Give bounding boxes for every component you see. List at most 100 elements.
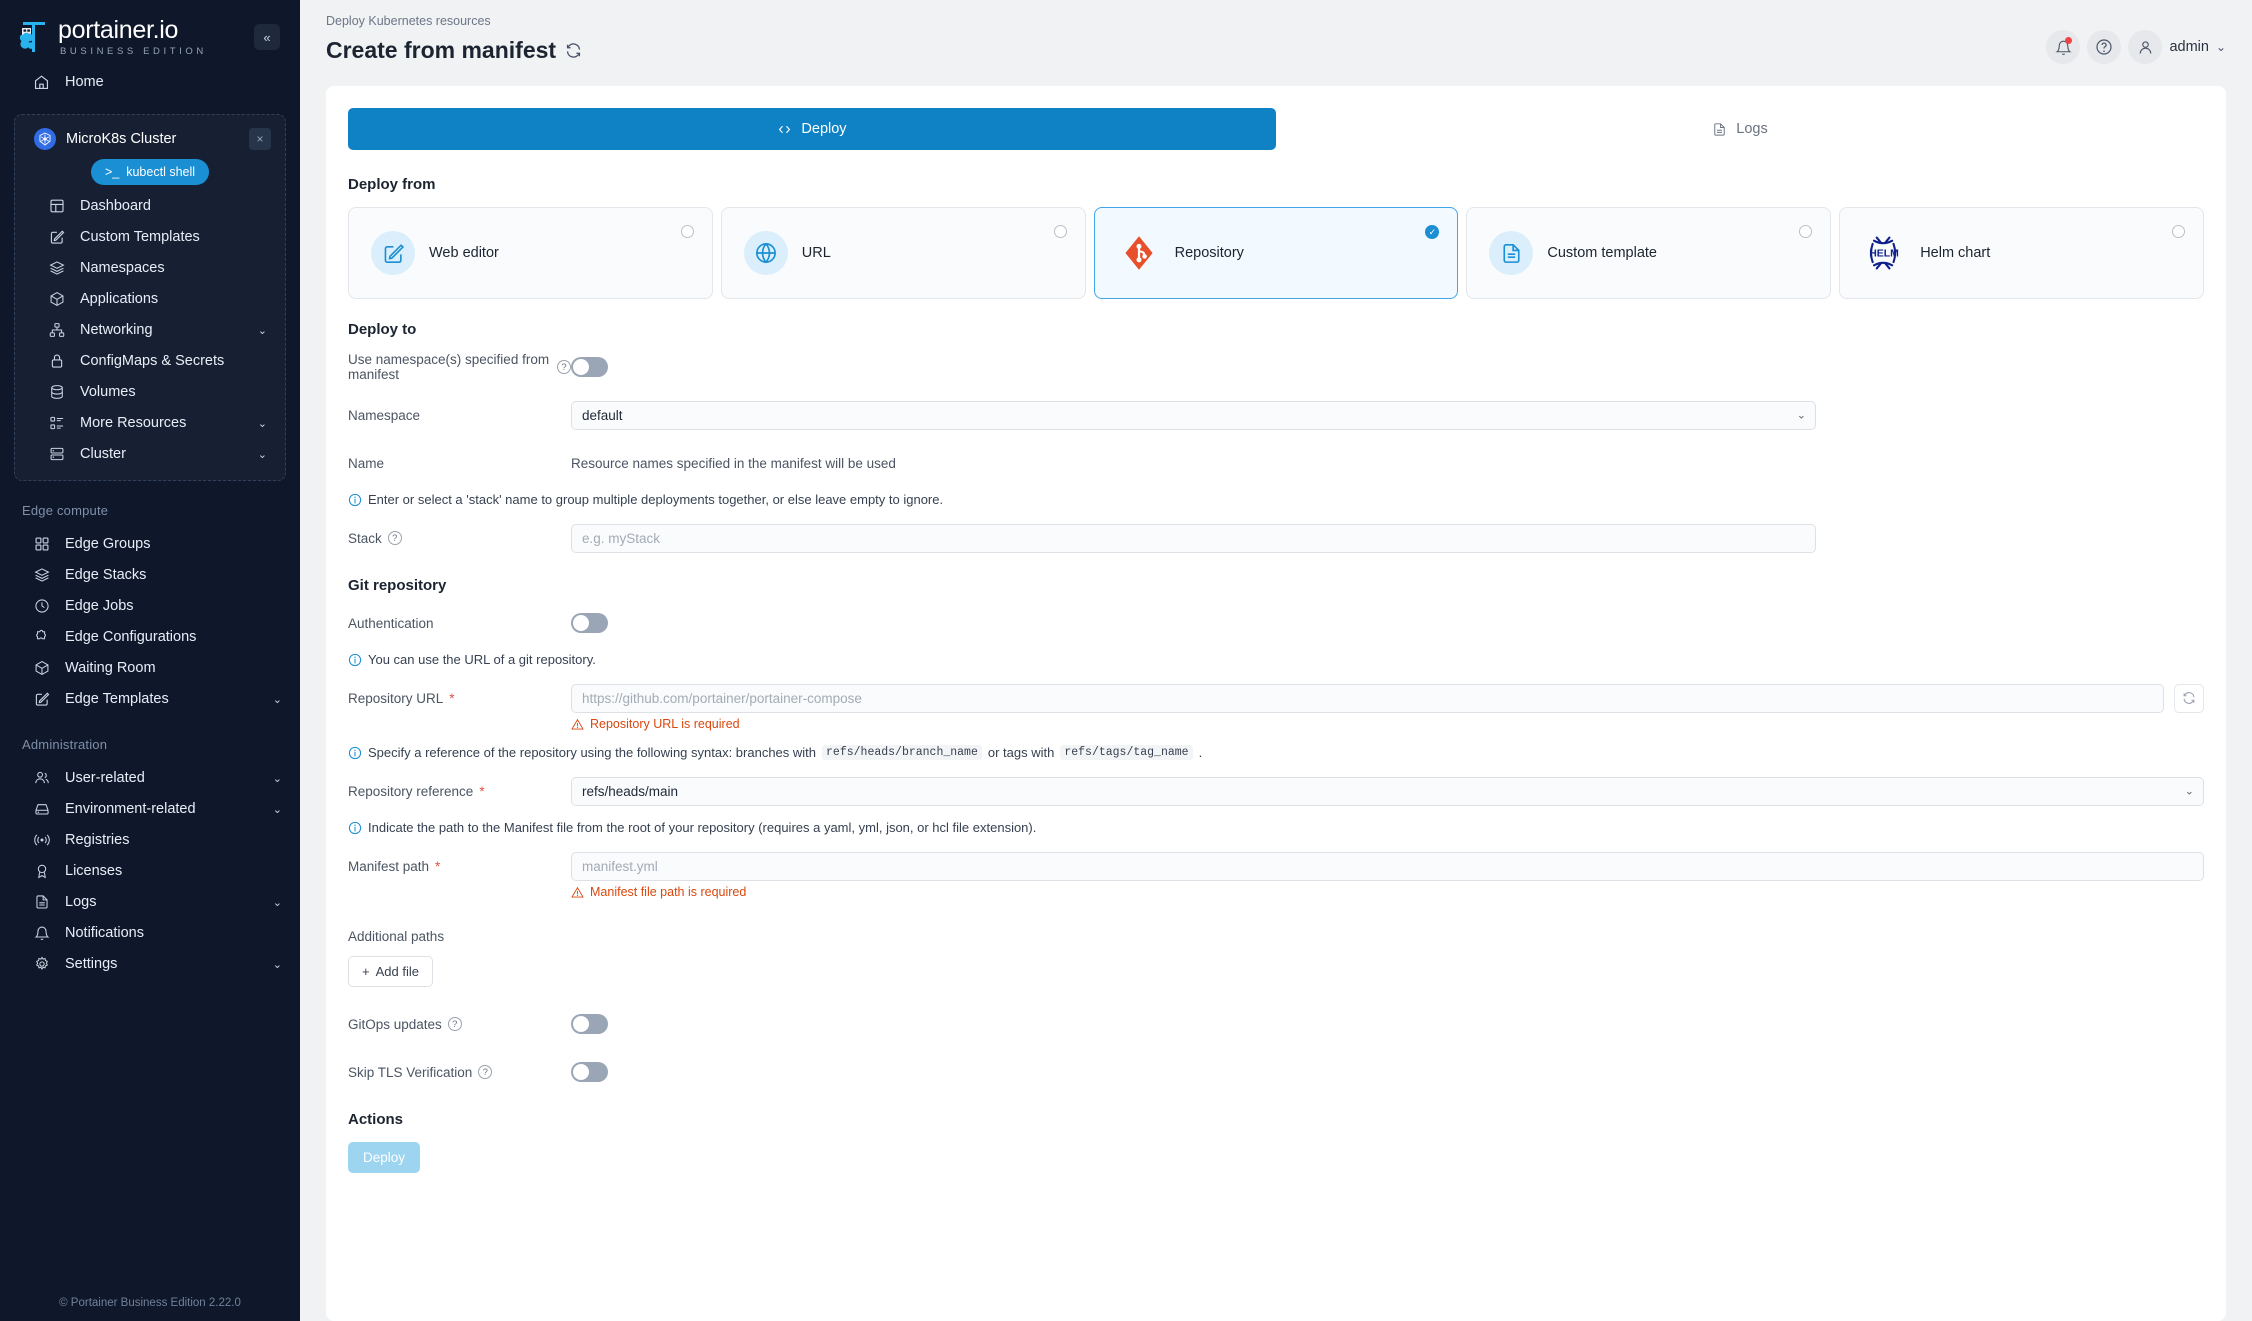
- radio-button[interactable]: [680, 225, 694, 238]
- sidebar-item-edge-jobs[interactable]: Edge Jobs: [0, 591, 300, 622]
- tab-logs[interactable]: Logs: [1276, 108, 2204, 150]
- radio-button[interactable]: [2171, 225, 2185, 238]
- help-icon[interactable]: ?: [478, 1065, 493, 1079]
- sidebar-item-edge-stacks[interactable]: Edge Stacks: [0, 560, 300, 591]
- skip-tls-toggle[interactable]: [571, 1062, 608, 1082]
- ref-hint-mid: or tags with: [987, 745, 1055, 760]
- sidebar-label: More Resources: [80, 415, 187, 431]
- radio-button[interactable]: [1799, 225, 1813, 238]
- deploy-from-options: Web editor URL Repository ✓ Custom templ…: [348, 207, 2204, 299]
- info-icon: [348, 493, 362, 507]
- sidebar-label: Applications: [80, 291, 159, 307]
- radio-button[interactable]: [1053, 225, 1067, 238]
- repository-reference-select[interactable]: [571, 776, 2204, 806]
- sidebar-item-licenses[interactable]: Licenses: [0, 856, 300, 887]
- help-icon[interactable]: ?: [387, 531, 402, 545]
- add-file-label: Add file: [375, 964, 419, 979]
- portainer-logo[interactable]: portainer.io BUSINESS EDITION: [18, 18, 207, 57]
- sidebar-item-edge-groups[interactable]: Edge Groups: [0, 529, 300, 560]
- notifications-bell-button[interactable]: [2046, 30, 2081, 64]
- name-row: Name Resource names specified in the man…: [348, 448, 2204, 478]
- help-button[interactable]: [2087, 30, 2122, 64]
- list-icon: [48, 415, 65, 432]
- terminal-icon: >_: [104, 164, 120, 179]
- sidebar-item-registries[interactable]: Registries: [0, 825, 300, 856]
- sidebar-item-waiting-room[interactable]: Waiting Room: [0, 653, 300, 684]
- avatar[interactable]: [2128, 30, 2163, 64]
- user-menu-label[interactable]: admin: [2169, 39, 2209, 55]
- deploy-option-web-editor[interactable]: Web editor: [348, 207, 713, 299]
- sidebar-item-user-related[interactable]: User-related ⌄: [0, 763, 300, 794]
- sidebar-item-dashboard[interactable]: Dashboard: [15, 191, 285, 222]
- deploy-option-url[interactable]: URL: [720, 207, 1086, 299]
- app-root: portainer.io BUSINESS EDITION « Home Mic…: [0, 0, 2252, 1321]
- sidebar-item-environment-related[interactable]: Environment-related ⌄: [0, 794, 300, 825]
- skip-tls-row: Skip TLS Verification ?: [348, 1057, 2204, 1087]
- manifest-path-hint: Indicate the path to the Manifest file f…: [348, 820, 2204, 835]
- home-icon: [33, 74, 50, 91]
- sidebar-item-home[interactable]: Home: [0, 65, 300, 100]
- gitops-updates-toggle[interactable]: [571, 1014, 608, 1034]
- sidebar-item-cluster[interactable]: Cluster ⌄: [15, 439, 285, 470]
- sidebar-item-settings[interactable]: Settings ⌄: [0, 949, 300, 980]
- help-icon[interactable]: ?: [557, 360, 571, 374]
- repository-url-error-text: Repository URL is required: [590, 717, 740, 731]
- deploy-button[interactable]: Deploy: [348, 1142, 421, 1173]
- environment-close-button[interactable]: ×: [249, 127, 271, 150]
- repository-url-input[interactable]: [571, 683, 2164, 713]
- deploy-option-repository[interactable]: Repository ✓: [1093, 207, 1459, 299]
- repository-reference-label-wrap: Repository reference *: [348, 784, 571, 799]
- manifest-path-input[interactable]: [571, 851, 2204, 881]
- add-file-button[interactable]: + Add file: [348, 956, 433, 987]
- namespace-select-wrap: ⌄: [571, 400, 1816, 430]
- stack-input[interactable]: [571, 523, 1816, 553]
- name-static-text: Resource names specified in the manifest…: [571, 455, 896, 471]
- sidebar-label: Waiting Room: [65, 660, 156, 676]
- tab-deploy[interactable]: Deploy: [348, 108, 1276, 150]
- sidebar-collapse-button[interactable]: «: [254, 24, 280, 51]
- sidebar-item-logs[interactable]: Logs ⌄: [0, 887, 300, 918]
- logo-text: portainer.io BUSINESS EDITION: [58, 18, 207, 57]
- manifest-path-hint-text: Indicate the path to the Manifest file f…: [368, 820, 1037, 835]
- layers-icon: [33, 567, 50, 584]
- sidebar-item-networking[interactable]: Networking ⌄: [15, 315, 285, 346]
- refresh-icon[interactable]: [565, 42, 582, 59]
- help-icon[interactable]: ?: [447, 1017, 462, 1031]
- globe-icon: [743, 231, 788, 275]
- ref-hint-code-tag: refs/tags/tag_name: [1060, 745, 1193, 760]
- grid-icon: [33, 536, 50, 553]
- sidebar-item-namespaces[interactable]: Namespaces: [15, 253, 285, 284]
- kubectl-shell-button[interactable]: >_ kubectl shell: [90, 158, 210, 185]
- sidebar-item-volumes[interactable]: Volumes: [15, 377, 285, 408]
- sidebar-label: Volumes: [80, 384, 136, 400]
- sidebar-label: Edge Configurations: [65, 629, 197, 645]
- sidebar-item-notifications[interactable]: Notifications: [0, 918, 300, 949]
- repository-refresh-button[interactable]: [2174, 683, 2204, 713]
- sidebar: portainer.io BUSINESS EDITION « Home Mic…: [0, 0, 300, 1321]
- sidebar-label: Networking: [80, 322, 153, 338]
- helm-icon: HELM: [1862, 231, 1906, 275]
- git-repository-title: Git repository: [348, 577, 447, 594]
- authentication-toggle[interactable]: [571, 613, 608, 633]
- code-icon: [777, 122, 792, 137]
- repository-reference-select-wrap: ⌄: [571, 776, 2204, 806]
- namespace-select[interactable]: [571, 400, 1816, 430]
- sidebar-item-edge-configurations[interactable]: Edge Configurations: [0, 622, 300, 653]
- chevron-down-icon[interactable]: ⌄: [2216, 40, 2226, 54]
- manifest-path-label-wrap: Manifest path *: [348, 859, 571, 874]
- sidebar-item-custom-templates[interactable]: Custom Templates: [15, 222, 285, 253]
- warning-icon: [571, 886, 584, 899]
- use-namespace-toggle[interactable]: [571, 357, 608, 377]
- manifest-path-error: Manifest file path is required: [571, 885, 2204, 899]
- sidebar-item-more-resources[interactable]: More Resources ⌄: [15, 408, 285, 439]
- sidebar-item-configmaps-secrets[interactable]: ConfigMaps & Secrets: [15, 346, 285, 377]
- sidebar-item-applications[interactable]: Applications: [15, 284, 285, 315]
- portainer-crane-icon: [18, 18, 50, 56]
- radio-button-checked[interactable]: ✓: [1425, 225, 1440, 239]
- deploy-option-helm-chart[interactable]: HELM Helm chart: [1839, 207, 2204, 299]
- sidebar-label: User-related: [65, 770, 145, 786]
- gitops-label-wrap: GitOps updates ?: [348, 1017, 571, 1032]
- deploy-option-custom-template[interactable]: Custom template: [1466, 207, 1832, 299]
- info-icon: [348, 821, 362, 835]
- sidebar-item-edge-templates[interactable]: Edge Templates ⌄: [0, 684, 300, 715]
